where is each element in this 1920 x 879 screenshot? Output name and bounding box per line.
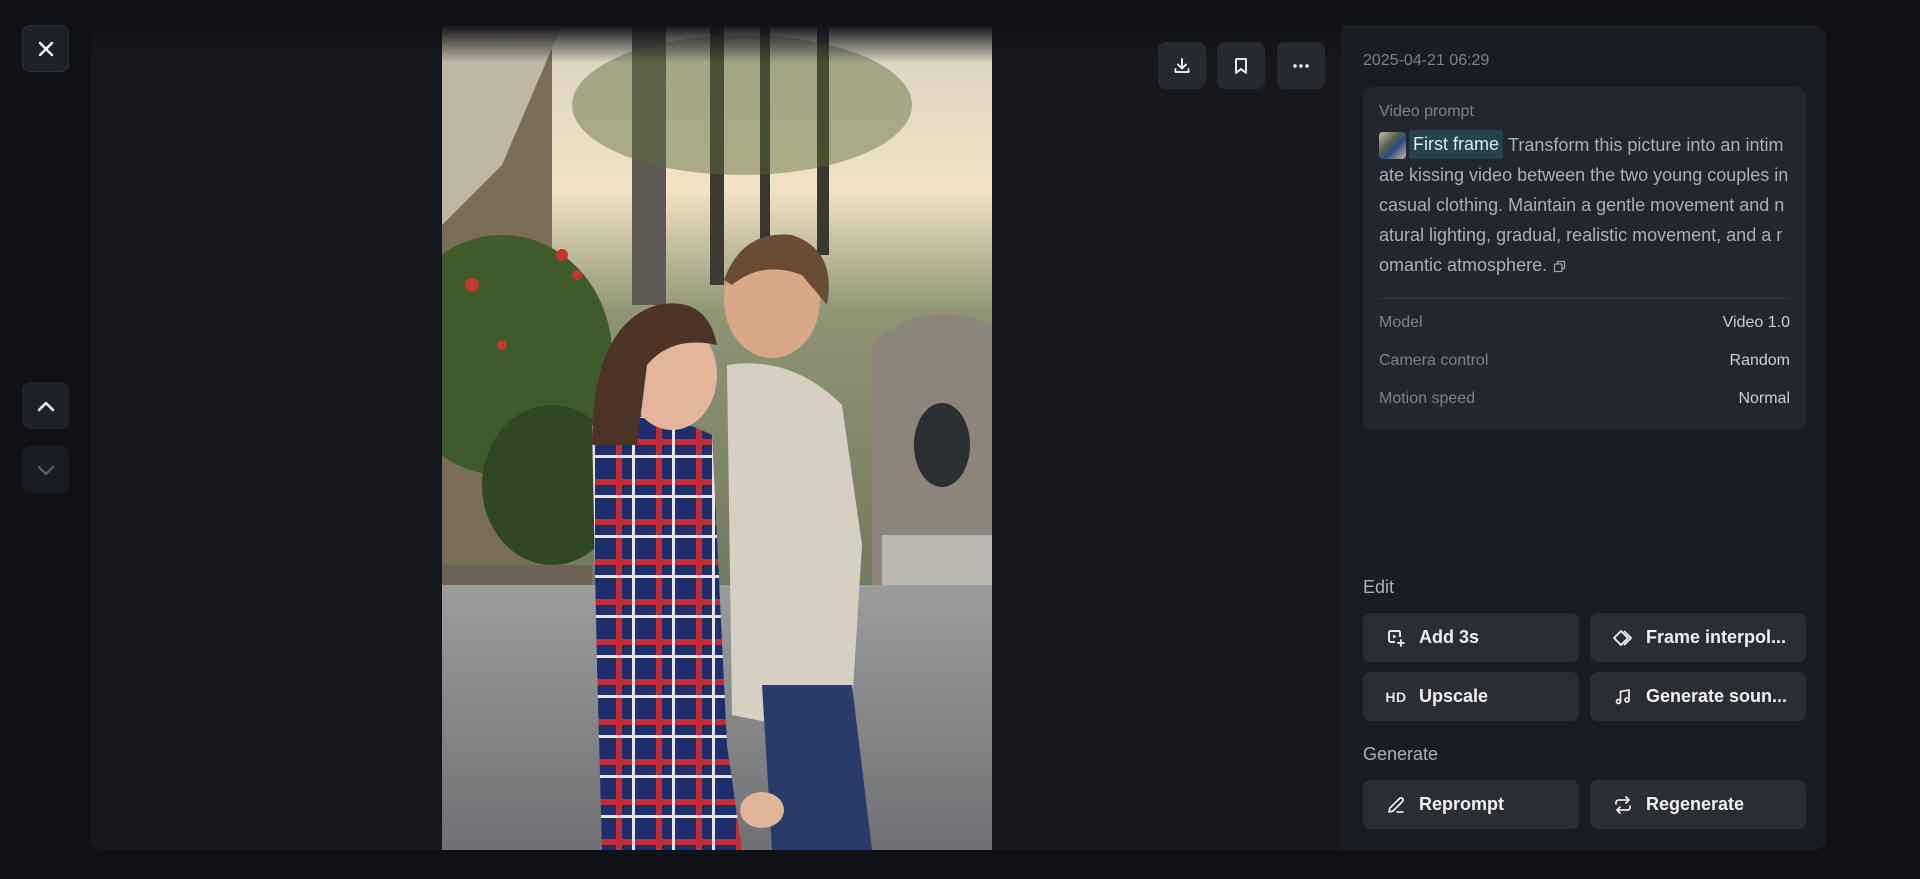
meta-key: Motion speed xyxy=(1379,390,1476,407)
reprompt-label: Reprompt xyxy=(1419,794,1504,814)
edit-section-title: Edit xyxy=(1363,577,1395,597)
prompt-details-box: Video prompt First frame Transform this … xyxy=(1363,87,1806,430)
media-viewer-card: 2025-04-21 06:29 Video prompt First fram… xyxy=(91,25,1826,850)
add-time-icon xyxy=(1385,627,1407,649)
chevron-up-icon xyxy=(37,401,54,411)
first-frame-chip[interactable]: First frame xyxy=(1379,130,1504,159)
download-icon xyxy=(1174,57,1190,73)
generated-video-preview[interactable] xyxy=(442,25,992,850)
meta-value: Normal xyxy=(1738,390,1790,407)
meta-value: Video 1.0 xyxy=(1722,314,1790,331)
previous-item-button[interactable] xyxy=(22,382,69,429)
meta-row-model: Model Video 1.0 xyxy=(1379,314,1790,352)
add-3s-button[interactable]: Add 3s xyxy=(1363,613,1579,662)
meta-value: Random xyxy=(1729,352,1790,369)
first-frame-thumbnail xyxy=(1379,132,1406,159)
creation-timestamp: 2025-04-21 06:29 xyxy=(1363,52,1490,69)
viewer-top-shade xyxy=(91,25,1341,63)
bookmark-icon xyxy=(1235,57,1247,74)
generate-sound-label: Generate soun... xyxy=(1646,686,1788,706)
meta-row-camera-control: Camera control Random xyxy=(1379,352,1790,390)
pencil-icon xyxy=(1385,794,1407,816)
hd-badge: HD xyxy=(1385,688,1407,705)
frame-interpolation-label: Frame interpol... xyxy=(1646,627,1787,647)
first-frame-label: First frame xyxy=(1409,130,1504,159)
close-icon xyxy=(38,41,53,56)
chevron-down-icon xyxy=(37,465,54,475)
diamond-icon xyxy=(1612,627,1634,649)
music-note-icon xyxy=(1612,686,1634,708)
media-viewer xyxy=(91,25,1341,850)
couple-photo-illustration xyxy=(442,25,992,850)
meta-key: Camera control xyxy=(1379,352,1489,369)
copy-icon[interactable] xyxy=(1553,260,1566,273)
prompt-text-block: First frame Transform this picture into … xyxy=(1379,130,1792,280)
generate-sound-button[interactable]: Generate soun... xyxy=(1590,672,1806,721)
meta-key: Model xyxy=(1379,314,1423,331)
close-button[interactable] xyxy=(22,25,69,72)
download-button[interactable] xyxy=(1158,42,1206,89)
more-options-button[interactable] xyxy=(1277,42,1325,89)
bookmark-button[interactable] xyxy=(1217,42,1265,89)
regenerate-button[interactable]: Regenerate xyxy=(1590,780,1806,829)
upscale-button[interactable]: HD Upscale xyxy=(1363,672,1579,721)
reprompt-button[interactable]: Reprompt xyxy=(1363,780,1579,829)
more-horizontal-icon xyxy=(1293,63,1309,68)
upscale-label: Upscale xyxy=(1419,686,1489,706)
next-item-button[interactable] xyxy=(22,446,69,493)
add-3s-label: Add 3s xyxy=(1419,627,1480,647)
regenerate-label: Regenerate xyxy=(1646,794,1745,814)
frame-interpolation-button[interactable]: Frame interpol... xyxy=(1590,613,1806,662)
meta-row-motion-speed: Motion speed Normal xyxy=(1379,390,1790,428)
generate-section-title: Generate xyxy=(1363,744,1439,764)
prompt-title: Video prompt xyxy=(1379,103,1474,120)
prompt-divider xyxy=(1379,298,1790,299)
hd-icon: HD xyxy=(1385,686,1407,708)
repeat-icon xyxy=(1612,794,1634,816)
details-panel: 2025-04-21 06:29 Video prompt First fram… xyxy=(1341,25,1826,850)
